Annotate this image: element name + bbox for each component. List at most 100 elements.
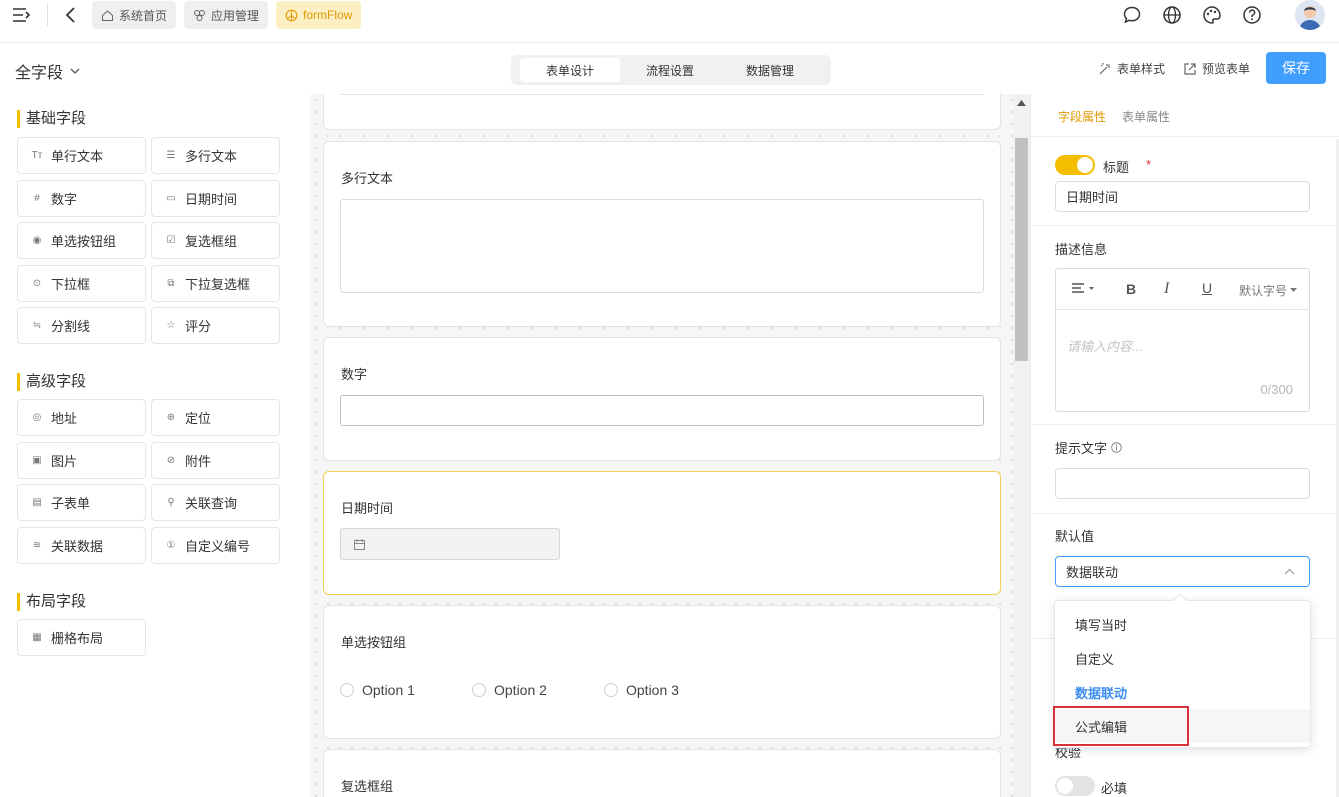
- save-button[interactable]: 保存: [1266, 52, 1326, 84]
- tab-field-props[interactable]: 字段属性: [1058, 108, 1106, 125]
- field-button-search[interactable]: ⚲ 关联查询: [151, 484, 280, 521]
- field-card-datetime[interactable]: 日期时间: [323, 471, 1001, 595]
- field-card-radio[interactable]: 单选按钮组 Option 1 Option 2 Option 3: [323, 605, 1001, 739]
- designer-toolbar: 全字段 表单设计 流程设置 数据管理 表单样式 预览表单 保存: [0, 43, 1339, 94]
- hint-label: 提示文字: [1055, 441, 1108, 456]
- bold-icon[interactable]: B: [1126, 281, 1136, 297]
- preview-label: 预览表单: [1202, 62, 1251, 76]
- option-data-linkage[interactable]: 数据联动: [1055, 675, 1310, 709]
- field-button-attachment[interactable]: ⊘ 附件: [151, 441, 280, 479]
- calendar-icon: [354, 539, 365, 550]
- calendar-icon: ▭: [166, 192, 176, 204]
- crumb-label: 应用管理: [211, 8, 260, 23]
- image-icon: ▣: [32, 454, 42, 466]
- radio-option: Option 2: [472, 682, 547, 698]
- option-custom[interactable]: 自定义: [1055, 641, 1310, 675]
- field-button-star[interactable]: ☆ 评分: [151, 307, 280, 344]
- tab-flow-settings[interactable]: 流程设置: [620, 58, 720, 82]
- option-fill-time[interactable]: 填写当时: [1055, 607, 1310, 641]
- field-card-label: 日期时间: [341, 501, 394, 516]
- italic-icon[interactable]: I: [1164, 280, 1169, 298]
- preview-form-button[interactable]: 预览表单: [1183, 60, 1250, 77]
- desc-placeholder: 请输入内容...: [1067, 339, 1143, 354]
- back-icon[interactable]: [60, 4, 82, 26]
- title-label: 标题: [1103, 160, 1130, 175]
- field-button-image[interactable]: ▣ 图片: [17, 441, 146, 479]
- tab-data-manage[interactable]: 数据管理: [720, 58, 820, 82]
- field-button-calendar[interactable]: ▭ 日期时间: [151, 179, 280, 217]
- crumb-app-manage[interactable]: 应用管理: [184, 1, 269, 29]
- field-button-number[interactable]: ① 自定义编号: [151, 526, 280, 564]
- checkbox-icon: ☑: [166, 235, 176, 246]
- info-icon[interactable]: [1111, 442, 1122, 453]
- field-card-checkbox[interactable]: 复选框组: [323, 749, 1001, 797]
- textarea-preview: [340, 199, 984, 293]
- required-toggle[interactable]: [1055, 776, 1095, 796]
- divider: [1031, 225, 1339, 226]
- default-value-select[interactable]: 数据联动: [1055, 556, 1310, 587]
- tab-form-design[interactable]: 表单设计: [520, 58, 620, 82]
- editor-toolbar: B I U 默认字号: [1056, 269, 1309, 310]
- globe-icon[interactable]: [1161, 4, 1183, 26]
- hint-label-row: 提示文字: [1055, 438, 1122, 457]
- align-icon[interactable]: [1072, 283, 1098, 295]
- field-button-address[interactable]: ◎ 地址: [17, 399, 146, 436]
- field-button-multiline[interactable]: ☰ 多行文本: [151, 137, 280, 174]
- crumb-formflow[interactable]: formFlow: [276, 1, 362, 29]
- field-button-label: 单选按钮组: [51, 234, 117, 249]
- divider: [47, 4, 48, 26]
- crumb-home[interactable]: 系统首页: [92, 1, 177, 29]
- address-icon: ◎: [32, 412, 42, 423]
- group-title-advanced: 高级字段: [17, 373, 86, 391]
- field-button-text[interactable]: Tт 单行文本: [17, 137, 146, 174]
- radio-option: Option 1: [340, 682, 415, 698]
- field-palette: 基础字段 高级字段 布局字段 Tт 单行文本 ☰ 多行文本 # 数字 ▭ 日期时间 ◉ 单选按钮组…: [0, 94, 310, 797]
- field-button-select[interactable]: ⊙ 下拉框: [17, 264, 146, 302]
- menu-fold-icon[interactable]: [10, 4, 32, 26]
- field-button-label: 下拉复选框: [185, 276, 251, 292]
- form-field-card[interactable]: [323, 94, 1001, 130]
- title-input[interactable]: 日期时间: [1055, 181, 1310, 212]
- user-avatar[interactable]: [1295, 0, 1325, 30]
- field-button-checkbox[interactable]: ☑ 复选框组: [151, 222, 280, 259]
- field-button-database[interactable]: ≋ 关联数据: [17, 526, 146, 564]
- form-style-button[interactable]: 表单样式: [1098, 60, 1165, 77]
- scrollbar-thumb[interactable]: [1015, 138, 1028, 361]
- field-card-number[interactable]: 数字: [323, 337, 1001, 461]
- field-button-label: 多行文本: [185, 149, 238, 164]
- field-card-textarea[interactable]: 多行文本: [323, 141, 1001, 327]
- underline-icon[interactable]: U: [1202, 280, 1212, 296]
- title-visible-toggle[interactable]: [1055, 155, 1095, 175]
- magic-wand-icon: [1099, 62, 1110, 74]
- field-button-divider[interactable]: ≒ 分割线: [17, 307, 146, 344]
- field-button-hash[interactable]: # 数字: [17, 179, 146, 217]
- hint-input[interactable]: [1055, 468, 1310, 499]
- field-button-location[interactable]: ⊕ 定位: [151, 399, 280, 436]
- form-title-dropdown[interactable]: 全字段: [15, 59, 81, 83]
- font-size-label: 默认字号: [1239, 284, 1288, 298]
- field-button-multiselect[interactable]: ⧉ 下拉复选框: [151, 264, 280, 302]
- help-icon[interactable]: [1241, 4, 1263, 26]
- tab-form-props[interactable]: 表单属性: [1122, 108, 1170, 125]
- attachment-icon: ⊘: [166, 454, 176, 466]
- font-size-select[interactable]: 默认字号: [1239, 282, 1298, 299]
- scroll-up-icon[interactable]: [1017, 100, 1026, 106]
- message-icon[interactable]: [1121, 4, 1143, 26]
- crumb-label: formFlow: [303, 8, 353, 22]
- field-button-radio[interactable]: ◉ 单选按钮组: [17, 222, 146, 259]
- grid-icon: ▦: [32, 632, 42, 643]
- crumb-label: 系统首页: [119, 8, 168, 23]
- field-button-table[interactable]: ▤ 子表单: [17, 484, 146, 521]
- canvas-scrollbar[interactable]: [1013, 94, 1030, 797]
- apps-icon: [194, 9, 205, 21]
- rich-text-editor[interactable]: B I U 默认字号 请输入内容... 0/300: [1055, 268, 1310, 412]
- palette-icon[interactable]: [1201, 4, 1223, 26]
- field-button-label: 数字: [51, 191, 78, 207]
- default-value-text: 数据联动: [1066, 565, 1119, 580]
- select-icon: ⊙: [32, 277, 42, 289]
- radio-option-label: Option 3: [626, 682, 679, 698]
- field-button-label: 子表单: [51, 496, 91, 511]
- radio-circle-icon: [604, 683, 618, 697]
- field-card-label: 多行文本: [341, 171, 394, 186]
- field-button-grid[interactable]: ▦ 栅格布局: [17, 619, 146, 656]
